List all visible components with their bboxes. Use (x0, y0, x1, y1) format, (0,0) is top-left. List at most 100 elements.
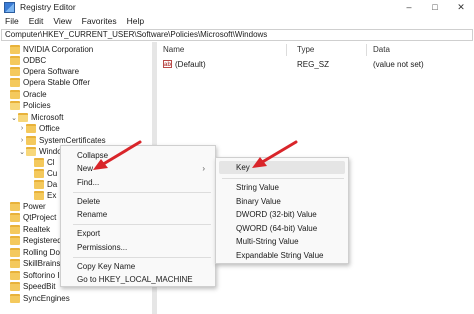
tree-item[interactable]: RegisteredA (2, 235, 67, 246)
menu-item-delete[interactable]: Delete (77, 196, 100, 207)
tree-item[interactable]: Realtek (2, 224, 50, 235)
tree-item[interactable]: Cu (34, 168, 57, 179)
column-divider[interactable] (286, 44, 287, 56)
folder-icon (34, 180, 44, 189)
tree-item-selected[interactable]: ⌄ Windo (18, 146, 62, 157)
maximize-icon[interactable]: □ (422, 0, 448, 14)
chevron-right-icon[interactable]: › (18, 125, 26, 132)
value-name: (Default) (175, 60, 206, 69)
folder-icon (26, 124, 36, 133)
tree-item[interactable]: QtProject (2, 212, 56, 223)
folder-icon (10, 271, 20, 280)
value-type: REG_SZ (297, 60, 330, 69)
window-controls: – □ ✕ (396, 0, 474, 14)
tree-item[interactable]: Policies (2, 100, 51, 111)
column-divider[interactable] (366, 44, 367, 56)
tree-item-label: Windo (39, 147, 62, 156)
menu-edit[interactable]: Edit (24, 16, 49, 26)
submenu-item-binary-value[interactable]: Binary Value (236, 196, 281, 207)
tree-item-label: Rolling Do (23, 248, 60, 257)
tree-item[interactable]: Ex (34, 190, 56, 201)
menu-help[interactable]: Help (122, 16, 149, 26)
menu-item-export[interactable]: Export (77, 228, 100, 239)
close-icon[interactable]: ✕ (448, 0, 474, 14)
menu-file[interactable]: File (0, 16, 24, 26)
tree-item-label: Ex (47, 191, 57, 200)
registry-app-icon (4, 1, 15, 13)
tree-item[interactable]: ODBC (2, 55, 46, 66)
chevron-down-icon[interactable]: ⌄ (18, 148, 26, 156)
folder-icon (10, 294, 20, 303)
string-value-icon: ab (163, 60, 172, 68)
window-title: Registry Editor (20, 2, 76, 12)
folder-icon (10, 45, 20, 54)
folder-icon (10, 67, 20, 76)
submenu-item-qword-value[interactable]: QWORD (64-bit) Value (236, 223, 317, 234)
tree-item-label: SyncEngines (23, 294, 70, 303)
folder-icon (10, 236, 20, 245)
tree-item[interactable]: Power (2, 201, 46, 212)
address-bar[interactable]: Computer\HKEY_CURRENT_USER\Software\Poli… (1, 29, 473, 41)
tree-item-label: SystemCertificates (39, 136, 106, 145)
folder-icon (34, 169, 44, 178)
menu-item-new[interactable]: New › (77, 163, 213, 174)
folder-open-icon (10, 101, 20, 110)
tree-item[interactable]: Da (34, 179, 57, 190)
folder-icon (10, 213, 20, 222)
folder-icon (34, 191, 44, 200)
chevron-right-icon[interactable]: › (18, 137, 26, 144)
menu-item-rename[interactable]: Rename (77, 209, 107, 220)
submenu-item-expandable-string-value[interactable]: Expandable String Value (236, 250, 323, 261)
tree-item[interactable]: Oracle (2, 89, 47, 100)
menu-separator (73, 192, 211, 193)
context-menu: Collapse New › Find... Delete Rename Exp… (60, 145, 216, 287)
folder-icon (26, 136, 36, 145)
tree-item-label: QtProject (23, 213, 57, 222)
menu-item-collapse[interactable]: Collapse (77, 150, 108, 161)
menu-item-goto-hklm[interactable]: Go to HKEY_LOCAL_MACHINE (77, 274, 193, 285)
menu-item-find[interactable]: Find... (77, 177, 99, 188)
tree-item-label: Realtek (23, 225, 51, 234)
tree-item[interactable]: SkillBrains (2, 258, 60, 269)
folder-icon (10, 90, 20, 99)
menu-item-copy-key-name[interactable]: Copy Key Name (77, 261, 135, 272)
menu-view[interactable]: View (48, 16, 76, 26)
tree-item[interactable]: Opera Software (2, 66, 79, 77)
tree-item[interactable]: SyncEngines (2, 293, 70, 304)
submenu-item-dword-value[interactable]: DWORD (32-bit) Value (236, 209, 317, 220)
new-submenu: Key String Value Binary Value DWORD (32-… (215, 157, 349, 264)
folder-icon (10, 56, 20, 65)
tree-item[interactable]: Softorino In (2, 270, 64, 281)
menu-item-permissions[interactable]: Permissions... (77, 242, 127, 253)
submenu-item-string-value[interactable]: String Value (236, 182, 279, 193)
tree-item-label: Policies (23, 101, 51, 110)
tree-item-label: NVIDIA Corporation (23, 45, 94, 54)
folder-icon (34, 158, 44, 167)
tree-item[interactable]: SpeedBit (2, 281, 55, 292)
tree-item-label: SpeedBit (23, 282, 56, 291)
menu-item-label: New (77, 164, 94, 173)
table-row[interactable]: ab (Default) REG_SZ (value not set) (157, 59, 474, 70)
submenu-item-multi-string-value[interactable]: Multi-String Value (236, 236, 299, 247)
tree-item[interactable]: Rolling Do (2, 247, 60, 258)
folder-icon (10, 282, 20, 291)
tree-item-label: ODBC (23, 56, 47, 65)
tree-item[interactable]: Opera Stable Offer (2, 77, 90, 88)
submenu-item-key[interactable]: Key (236, 162, 250, 173)
tree-item[interactable]: ⌄ Microsoft (10, 112, 63, 123)
menu-separator (222, 178, 344, 179)
tree-item[interactable]: Cl (34, 157, 55, 168)
tree-item-label: Microsoft (31, 113, 64, 122)
column-header-type[interactable]: Type (297, 43, 357, 57)
folder-icon (10, 259, 20, 268)
column-header-data[interactable]: Data (373, 43, 463, 57)
chevron-down-icon[interactable]: ⌄ (10, 114, 18, 122)
menu-separator (73, 224, 211, 225)
folder-open-icon (26, 147, 36, 156)
menu-bar: File Edit View Favorites Help (0, 14, 474, 28)
menu-favorites[interactable]: Favorites (77, 16, 122, 26)
minimize-icon[interactable]: – (396, 0, 422, 14)
column-header-name[interactable]: Name (163, 43, 283, 57)
tree-item[interactable]: NVIDIA Corporation (2, 44, 93, 55)
tree-item[interactable]: › Office (18, 123, 60, 134)
